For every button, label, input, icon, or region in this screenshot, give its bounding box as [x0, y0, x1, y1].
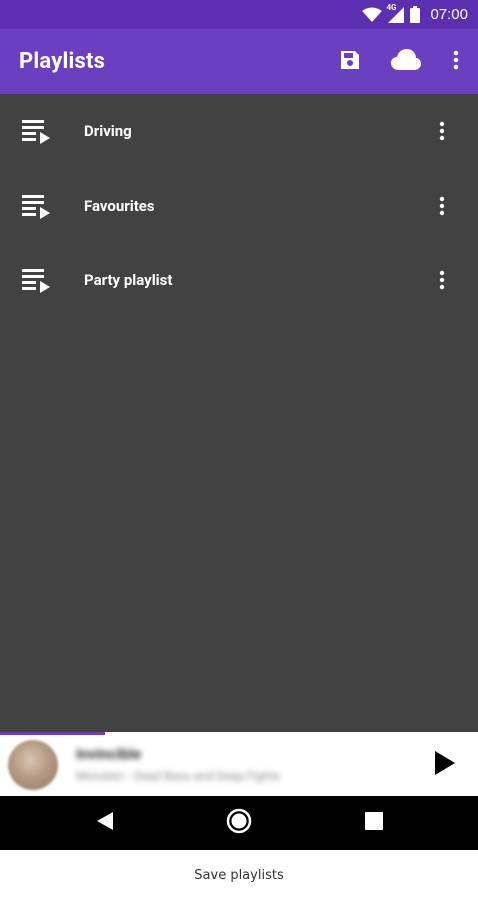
cloud-icon — [391, 48, 421, 75]
list-item[interactable]: Driving — [0, 94, 478, 169]
list-item[interactable]: Favourites — [0, 169, 478, 244]
navigation-bar — [0, 796, 478, 850]
playlist-play-icon — [20, 264, 52, 296]
signal-icon: 4G — [386, 3, 405, 23]
home-button[interactable] — [209, 796, 269, 850]
save-button[interactable] — [322, 29, 378, 94]
status-bar: 4G 07:00 — [0, 0, 478, 29]
mini-player[interactable]: Invincible Monsterr - Dead Bass and Deep… — [0, 735, 478, 796]
play-button[interactable] — [430, 750, 460, 780]
track-subtitle: Monsterr - Dead Bass and Deep Fights — [76, 769, 280, 783]
album-art — [8, 740, 58, 790]
battery-icon — [410, 6, 421, 23]
recents-button[interactable] — [344, 796, 404, 850]
more-vert-icon — [453, 50, 459, 74]
wifi-icon — [362, 7, 383, 23]
save-icon — [338, 48, 362, 76]
more-vert-icon[interactable] — [430, 194, 454, 218]
recents-icon — [365, 812, 383, 834]
playlist-play-icon — [20, 190, 52, 222]
network-type-label: 4G — [386, 2, 397, 12]
home-icon — [226, 808, 252, 838]
app-bar: Playlists — [0, 29, 478, 94]
status-time: 07:00 — [430, 6, 468, 23]
back-button[interactable] — [75, 796, 135, 850]
app-bar-actions — [322, 29, 478, 94]
back-icon — [96, 811, 114, 835]
play-icon — [434, 750, 456, 780]
list-item[interactable]: Party playlist — [0, 243, 478, 318]
playlist-label: Driving — [84, 122, 132, 141]
playlist-label: Party playlist — [84, 271, 173, 290]
playlist-label: Favourites — [84, 196, 155, 215]
more-vert-icon[interactable] — [430, 268, 454, 292]
cloud-button[interactable] — [378, 29, 434, 94]
track-info: Invincible Monsterr - Dead Bass and Deep… — [76, 745, 406, 783]
overflow-menu-button[interactable] — [434, 29, 478, 94]
screenshot-caption: Save playlists — [0, 850, 478, 900]
page-title: Playlists — [19, 49, 106, 74]
track-title: Invincible — [76, 745, 142, 763]
playlist-play-icon — [20, 115, 52, 147]
playlist-list: Driving Favourites Party playlist — [0, 94, 478, 732]
more-vert-icon[interactable] — [430, 119, 454, 143]
